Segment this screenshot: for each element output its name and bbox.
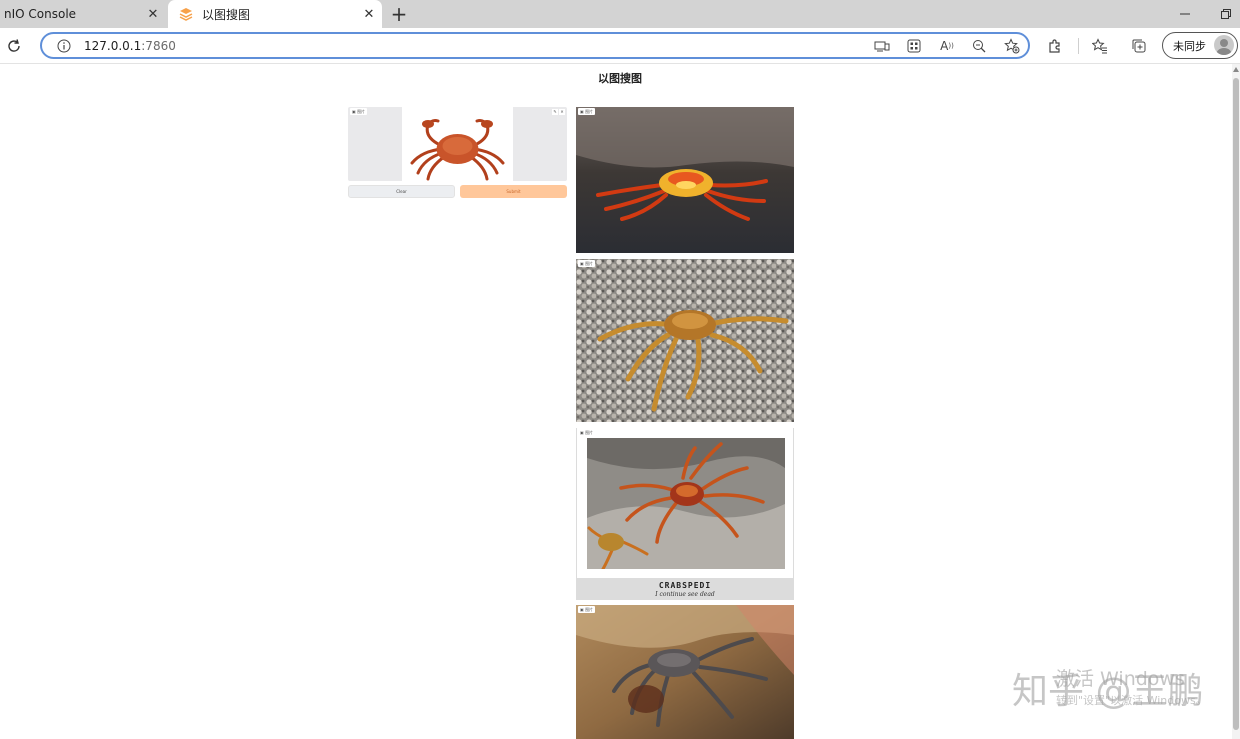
brown-rock-crab-photo bbox=[576, 605, 794, 739]
minimize-icon[interactable] bbox=[1172, 3, 1198, 25]
rock-crab-photo bbox=[587, 438, 785, 569]
submit-button[interactable]: Submit bbox=[460, 185, 567, 198]
extensions-icon[interactable] bbox=[1043, 34, 1067, 58]
photo-frame bbox=[577, 428, 793, 578]
tab-image-search[interactable]: 以图搜图 ✕ bbox=[168, 0, 382, 28]
red-crab-photo bbox=[576, 107, 794, 253]
result-label: ▣ 图片 bbox=[578, 606, 596, 613]
zoom-out-icon[interactable] bbox=[967, 34, 991, 58]
input-image-label: ▣ 图片 bbox=[350, 108, 368, 115]
result-label-text: 图片 bbox=[585, 607, 594, 612]
url-host: 127.0.0.1 bbox=[84, 39, 142, 53]
tab-console[interactable]: nIO Console ✕ bbox=[0, 0, 166, 28]
zhihu-watermark: 知乎 @王鹏 bbox=[1012, 671, 1204, 712]
input-label-text: 图片 bbox=[357, 109, 366, 114]
refresh-icon[interactable] bbox=[2, 34, 26, 58]
result-image-3[interactable]: ▣ 图片 CRABSPEDI I continue see dead bbox=[576, 428, 794, 600]
result-label-text: 图片 bbox=[585, 430, 594, 435]
qr-code-icon[interactable] bbox=[902, 34, 926, 58]
gradio-favicon-icon bbox=[178, 6, 194, 22]
info-icon[interactable] bbox=[52, 34, 76, 58]
panel-toolbar: ✎ ✕ bbox=[552, 109, 565, 115]
tab-strip: nIO Console ✕ 以图搜图 ✕ + bbox=[0, 0, 1240, 28]
page-title: 以图搜图 bbox=[598, 72, 642, 85]
tab-title: nIO Console bbox=[4, 7, 77, 21]
result-label: ▣ 图片 bbox=[578, 108, 596, 115]
favorite-add-icon[interactable] bbox=[1000, 34, 1024, 58]
photo-caption-title: CRABSPEDI bbox=[658, 581, 712, 590]
collections-icon[interactable] bbox=[1127, 34, 1151, 58]
result-label: ▣ 图片 bbox=[578, 429, 596, 436]
toolbar-divider bbox=[1078, 38, 1079, 54]
profile-label: 未同步 bbox=[1173, 39, 1206, 53]
photo-caption-subtitle: I continue see dead bbox=[655, 591, 715, 598]
query-crab-image bbox=[402, 107, 513, 181]
read-aloud-icon[interactable]: A)) bbox=[935, 34, 959, 58]
url-text[interactable]: 127.0.0.1:7860 bbox=[84, 39, 176, 53]
url-port: :7860 bbox=[141, 39, 176, 53]
gravel-crab-photo bbox=[576, 259, 794, 422]
browser-toolbar: 127.0.0.1:7860 A)) 未同步 bbox=[0, 28, 1240, 64]
tab-title: 以图搜图 bbox=[202, 7, 251, 22]
scroll-up-arrow-icon[interactable] bbox=[1233, 67, 1239, 72]
edit-icon[interactable]: ✎ bbox=[552, 109, 558, 115]
profile-button[interactable]: 未同步 bbox=[1162, 32, 1238, 59]
app-available-icon[interactable] bbox=[870, 34, 894, 58]
result-label-text: 图片 bbox=[585, 109, 594, 114]
avatar bbox=[1214, 35, 1234, 55]
close-icon[interactable]: ✕ bbox=[360, 5, 378, 23]
result-image-2[interactable]: ▣ 图片 bbox=[576, 259, 794, 422]
scrollbar-thumb[interactable] bbox=[1233, 78, 1239, 730]
restore-icon[interactable] bbox=[1213, 3, 1239, 25]
close-icon[interactable]: ✕ bbox=[144, 5, 162, 23]
page-scrollbar[interactable] bbox=[1232, 64, 1240, 739]
result-label: ▣ 图片 bbox=[578, 260, 596, 267]
close-icon[interactable]: ✕ bbox=[559, 109, 565, 115]
result-image-4[interactable]: ▣ 图片 bbox=[576, 605, 794, 739]
address-bar[interactable]: 127.0.0.1:7860 A)) bbox=[40, 32, 1030, 59]
result-label-text: 图片 bbox=[585, 261, 594, 266]
favorites-icon[interactable] bbox=[1088, 34, 1112, 58]
result-image-1[interactable]: ▣ 图片 bbox=[576, 107, 794, 253]
plus-icon[interactable]: + bbox=[388, 2, 410, 26]
clear-button[interactable]: Clear bbox=[348, 185, 455, 198]
image-upload-panel[interactable]: ▣ 图片 ✎ ✕ bbox=[348, 107, 567, 181]
